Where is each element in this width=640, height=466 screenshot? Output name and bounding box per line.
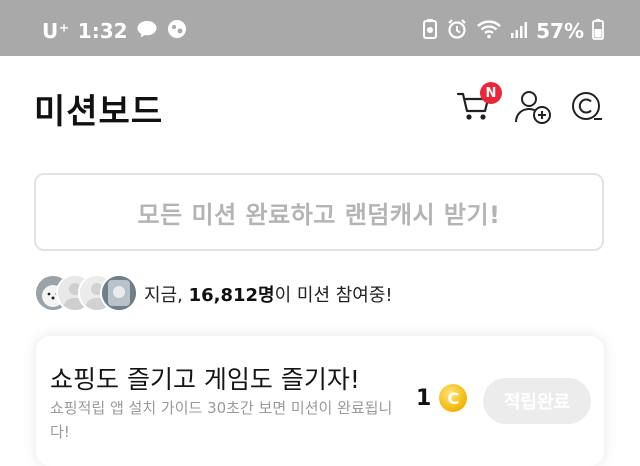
battery-percent: 57% <box>536 19 584 43</box>
avatar-stack <box>34 272 138 316</box>
banner-text: 모든 미션 완료하고 랜덤캐시 받기! <box>137 200 501 229</box>
add-user-icon <box>514 88 552 130</box>
complete-all-missions-banner[interactable]: 모든 미션 완료하고 랜덤캐시 받기! <box>34 173 604 251</box>
participants-count: 16,812명 <box>188 285 275 306</box>
cart-button[interactable]: N <box>456 82 502 128</box>
recycle-icon <box>422 18 438 44</box>
status-right: 57% <box>422 18 604 44</box>
reward-amount: 1 <box>416 385 432 411</box>
participants-prefix: 지금, <box>144 285 189 306</box>
mission-title: 쇼핑도 즐기고 게임도 즐기자! <box>50 365 360 394</box>
battery-icon <box>592 18 604 44</box>
talk-bubble-icon <box>136 19 158 43</box>
add-friend-button[interactable] <box>512 84 556 128</box>
wifi-icon <box>476 19 502 43</box>
alarm-icon <box>446 18 468 44</box>
participants-text: 지금, 16,812명이 미션 참여중! <box>144 281 393 307</box>
avatar <box>100 274 138 312</box>
mission-card[interactable]: 쇼핑도 즐기고 게임도 즐기자! 쇼핑적립 앱 설치 가이드 30초간 보면 미… <box>36 336 604 466</box>
cart-new-badge: N <box>480 82 502 104</box>
mission-complete-button[interactable]: 적립완료 <box>483 378 591 424</box>
clock: 1:32 <box>77 19 128 43</box>
coin-icon: C <box>439 384 468 412</box>
page-title: 미션보드 <box>34 92 164 132</box>
participants-suffix: 이 미션 참여중! <box>274 285 393 306</box>
coin-history-icon <box>570 90 604 128</box>
status-bar: U⁺ 1:32 57% <box>0 0 640 56</box>
mission-reward: 1 C <box>416 384 468 412</box>
signal-icon <box>510 19 528 43</box>
mouse-icon <box>166 18 188 44</box>
carrier-label: U⁺ <box>42 19 70 43</box>
participants-row: 지금, 16,812명이 미션 참여중! <box>34 272 393 316</box>
status-left: U⁺ 1:32 <box>42 18 188 44</box>
coin-history-button[interactable] <box>568 84 612 128</box>
app-header: 미션보드 N <box>0 56 640 156</box>
mission-description: 쇼핑적립 앱 설치 가이드 30초간 보면 미션이 완료됩니다! <box>50 399 393 441</box>
